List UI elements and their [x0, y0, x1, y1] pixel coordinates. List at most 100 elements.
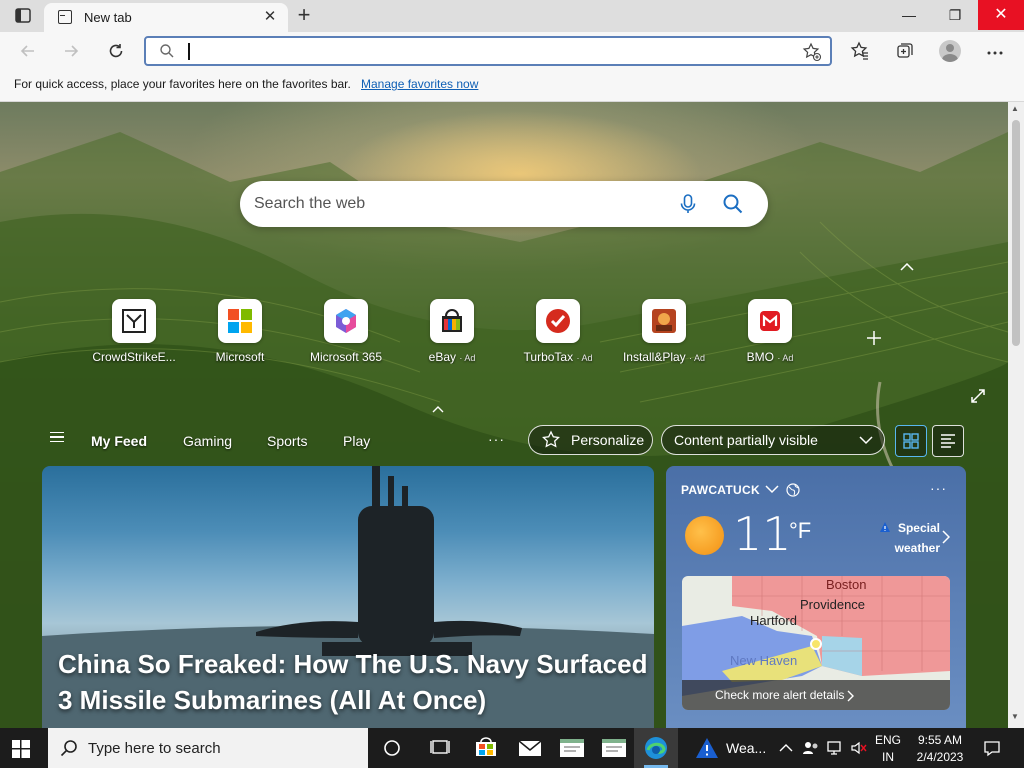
minimize-button[interactable]: — [886, 0, 932, 30]
clock[interactable]: 9:55 AM 2/4/2023 [908, 733, 972, 764]
profile-avatar[interactable] [939, 40, 961, 62]
web-search-box[interactable] [240, 181, 768, 227]
weather-alert[interactable]: Special weather [878, 518, 940, 558]
weather-unit[interactable]: °F [789, 518, 811, 544]
personalize-label: Personalize [571, 432, 645, 448]
favorites-button[interactable] [846, 38, 874, 64]
scroll-up-arrow-icon[interactable]: ▲ [1011, 104, 1019, 113]
cortana-button[interactable] [370, 728, 414, 768]
quick-link-label: TurboTax · Ad [523, 350, 593, 364]
back-arrow-icon [20, 45, 34, 57]
title-bar: New tab ✕ + — ❐ ✕ [0, 0, 1024, 32]
hero-headline[interactable]: China So Freaked: How The U.S. Navy Surf… [58, 646, 648, 718]
maximize-button[interactable]: ❐ [932, 0, 978, 30]
quick-link-label: BMO · Ad [746, 350, 794, 364]
map-city-hartford: Hartford [750, 613, 797, 628]
new-tab-button[interactable]: + [292, 4, 316, 28]
scrollbar-thumb[interactable] [1012, 120, 1020, 346]
tab-title: New tab [84, 10, 132, 25]
grid-layout-button[interactable] [895, 425, 927, 457]
chevron-right-icon [847, 690, 854, 702]
quick-links: CrowdStrikeE... Microsoft Microsoft 365 … [86, 299, 846, 371]
feed-tab-gaming[interactable]: Gaming [183, 433, 232, 449]
volume-muted-icon[interactable] [850, 740, 868, 756]
personalize-button[interactable]: Personalize [528, 425, 653, 455]
weather-location[interactable]: PAWCATUCK [681, 483, 760, 497]
chevron-up-icon[interactable] [432, 404, 444, 416]
expand-icon[interactable] [970, 388, 986, 407]
quick-link-tile[interactable]: CrowdStrikeE... [86, 299, 182, 371]
app-window-icon [602, 739, 626, 757]
hero-news-card[interactable]: China So Freaked: How The U.S. Navy Surf… [42, 466, 654, 728]
chevron-right-icon[interactable] [942, 530, 950, 544]
tab-new-tab[interactable]: New tab ✕ [44, 3, 288, 32]
close-window-button[interactable]: ✕ [978, 0, 1024, 30]
start-button[interactable] [12, 740, 30, 761]
crowdstrike-icon [112, 299, 156, 343]
web-search-input[interactable] [254, 189, 654, 219]
quick-link-tile[interactable]: Microsoft [192, 299, 288, 371]
hamburger-menu-icon[interactable] [50, 432, 64, 442]
app-window-icon [560, 739, 584, 757]
feed-more-button[interactable]: ··· [488, 431, 505, 447]
tab-close-icon[interactable]: ✕ [260, 7, 280, 27]
windows-taskbar: Type here to search Wea... ENG IN 9:55 A… [0, 728, 1024, 768]
scroll-down-arrow-icon[interactable]: ▼ [1011, 712, 1019, 721]
back-button[interactable] [14, 38, 42, 64]
forward-button[interactable] [57, 38, 85, 64]
weather-card[interactable]: PAWCATUCK ··· 11 °F Special weather Bost… [666, 466, 966, 728]
edge-taskbar-button[interactable] [634, 728, 678, 768]
refresh-button[interactable] [102, 38, 130, 64]
quick-link-label: Install&Play · Ad [622, 350, 706, 364]
search-icon [160, 44, 174, 58]
app-window-button[interactable] [550, 728, 594, 768]
notifications-icon[interactable] [983, 739, 1001, 757]
list-layout-button[interactable] [932, 425, 964, 457]
task-view-button[interactable] [418, 728, 462, 768]
quick-link-tile[interactable]: eBay · Ad [404, 299, 500, 371]
collections-button[interactable] [891, 38, 919, 64]
add-site-icon[interactable] [866, 326, 882, 352]
toolbar [0, 32, 1024, 70]
collapse-chevron-icon[interactable] [900, 260, 914, 274]
quick-link-label: eBay · Ad [428, 350, 476, 364]
app-window-button-2[interactable] [592, 728, 636, 768]
microphone-icon[interactable] [678, 193, 698, 215]
content-visibility-dropdown[interactable]: Content partially visible [661, 425, 885, 455]
mail-button[interactable] [508, 728, 552, 768]
quick-link-tile[interactable]: BMO · Ad [722, 299, 818, 371]
taskbar-search-box[interactable]: Type here to search [48, 728, 368, 768]
feed-tab-play[interactable]: Play [343, 433, 370, 449]
settings-more-button[interactable] [981, 38, 1009, 64]
tab-actions-button[interactable] [12, 6, 34, 26]
taskbar-weather-widget[interactable]: Wea... [686, 728, 772, 768]
show-hidden-icons-icon[interactable] [779, 743, 793, 753]
network-icon[interactable] [826, 740, 844, 756]
manage-favorites-link[interactable]: Manage favorites now [361, 77, 478, 91]
page-scrollbar[interactable]: ▲ ▼ [1008, 102, 1024, 728]
weather-alert-map[interactable]: Boston Providence Hartford New Haven Che… [682, 576, 950, 710]
add-favorite-icon[interactable] [802, 42, 822, 62]
quick-link-label: CrowdStrikeE... [92, 350, 176, 364]
weather-more-button[interactable]: ··· [930, 480, 947, 496]
language-indicator[interactable]: ENG IN [872, 733, 904, 764]
quick-link-tile[interactable]: Microsoft 365 [298, 299, 394, 371]
feed-tab-my-feed[interactable]: My Feed [91, 433, 147, 449]
globe-icon[interactable] [786, 483, 800, 497]
address-bar[interactable] [144, 36, 832, 66]
chevron-down-icon[interactable] [764, 482, 780, 496]
microsoft-store-button[interactable] [464, 728, 508, 768]
feed-tab-sports[interactable]: Sports [267, 433, 307, 449]
search-icon[interactable] [722, 193, 744, 215]
ad-badge: · Ad [576, 353, 593, 363]
favorites-bar: For quick access, place your favorites h… [0, 70, 1024, 102]
quick-link-tile[interactable]: Install&Play · Ad [616, 299, 712, 371]
map-city-providence: Providence [800, 597, 866, 612]
weather-temperature: 11 [733, 507, 792, 561]
turbotax-icon [536, 299, 580, 343]
list-icon [941, 434, 955, 448]
alert-details-link[interactable]: Check more alert details [682, 680, 950, 710]
quick-link-tile[interactable]: TurboTax · Ad [510, 299, 606, 371]
grid-icon [903, 433, 919, 449]
people-icon[interactable] [802, 740, 820, 756]
